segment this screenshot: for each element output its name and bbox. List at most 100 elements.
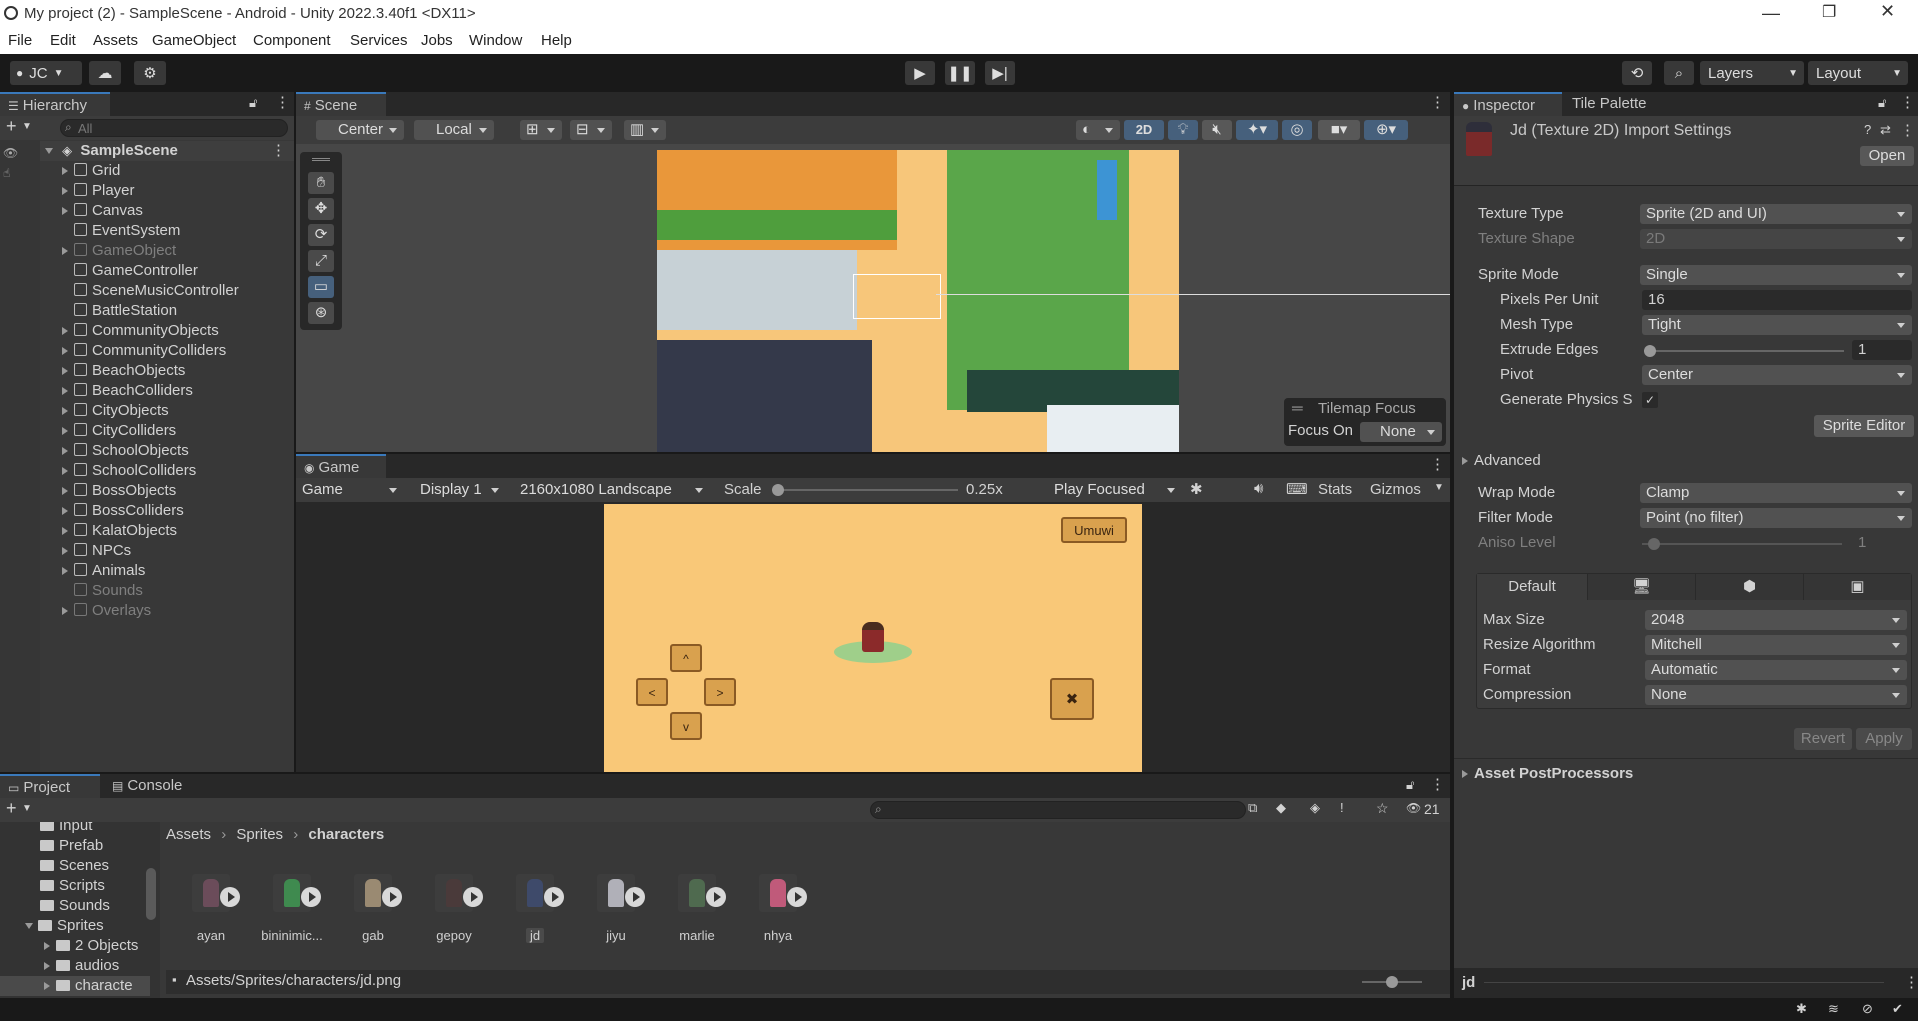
preview-menu-icon[interactable]: ⋮ xyxy=(1904,973,1918,991)
hierarchy-item[interactable]: NPCs xyxy=(62,541,131,561)
hierarchy-item[interactable]: Sounds xyxy=(62,581,143,601)
folder-tree-item[interactable]: Input xyxy=(40,822,92,836)
tab-console[interactable]: ▤ Console xyxy=(104,774,204,798)
folder-tree-scrollbar[interactable] xyxy=(146,868,156,920)
collab-button[interactable]: ⚙ xyxy=(134,61,166,85)
game-viewport[interactable]: Umuwi ^ < > v ✖ xyxy=(604,504,1142,772)
expand-arrow-icon[interactable] xyxy=(62,347,68,355)
folder-tree-item[interactable]: characte xyxy=(0,976,150,996)
expand-sprite-play-icon[interactable] xyxy=(544,887,564,907)
expand-sprite-play-icon[interactable] xyxy=(220,887,240,907)
add-icon[interactable]: + xyxy=(6,116,17,137)
preset-icon[interactable]: ⇄ xyxy=(1880,122,1891,138)
expand-arrow-icon[interactable] xyxy=(62,487,68,495)
hierarchy-search-input[interactable]: ⌕ All xyxy=(60,119,288,137)
resize-dropdown[interactable]: Mitchell xyxy=(1645,635,1907,655)
asset-item[interactable]: ayan xyxy=(176,874,246,943)
expand-arrow-icon[interactable] xyxy=(62,207,68,215)
sprite-editor-button[interactable]: Sprite Editor xyxy=(1814,415,1914,437)
menu-window[interactable]: Window xyxy=(469,32,522,49)
hierarchy-item[interactable]: SchoolColliders xyxy=(62,461,196,481)
expand-arrow-icon[interactable] xyxy=(62,167,68,175)
hierarchy-item[interactable]: CityColliders xyxy=(62,421,176,441)
hierarchy-item[interactable]: BossObjects xyxy=(62,481,176,501)
keyboard-icon[interactable]: ⌨︎ xyxy=(1286,480,1308,498)
debug-icon[interactable]: ✱ xyxy=(1796,1001,1807,1017)
scale-tool-button[interactable]: ⤢ xyxy=(308,250,334,272)
expand-sprite-play-icon[interactable] xyxy=(463,887,483,907)
filter-mode-dropdown[interactable]: Point (no filter) xyxy=(1640,508,1912,528)
audio-button[interactable]: 🔇︎ xyxy=(1202,120,1232,140)
rect-tool-button[interactable]: ▭ xyxy=(308,276,334,298)
draw-mode-dropdown[interactable]: ◐ xyxy=(1076,120,1120,140)
hand-tool-button[interactable]: ✋︎ xyxy=(308,172,334,194)
postprocessors-foldout[interactable]: Asset PostProcessors xyxy=(1462,765,1633,785)
dpad-right-button[interactable]: > xyxy=(704,678,736,706)
advanced-foldout[interactable]: Advanced xyxy=(1462,452,1541,472)
overlay-handle-icon[interactable]: ═ xyxy=(1292,400,1303,417)
hierarchy-item[interactable]: CommunityColliders xyxy=(62,341,226,361)
bug-icon[interactable]: ✱ xyxy=(1190,480,1203,498)
expand-arrow-icon[interactable] xyxy=(25,923,33,929)
tab-platform-android[interactable]: ⬢ xyxy=(1695,574,1803,600)
palette-handle[interactable] xyxy=(312,158,330,161)
audio-icon[interactable]: 🔊︎ xyxy=(1254,480,1263,497)
action-button[interactable]: ✖ xyxy=(1050,678,1094,720)
dpad-down-button[interactable]: v xyxy=(670,712,702,740)
hierarchy-item[interactable]: CityObjects xyxy=(62,401,169,421)
tab-hierarchy[interactable]: ☰ Hierarchy xyxy=(0,92,110,116)
menu-component[interactable]: Component xyxy=(253,32,331,49)
hierarchy-item[interactable]: BeachColliders xyxy=(62,381,193,401)
asset-item[interactable]: jd xyxy=(500,874,570,943)
context-menu-icon[interactable]: ⋮ xyxy=(1900,121,1915,139)
menu-edit[interactable]: Edit xyxy=(50,32,76,49)
folder-tree-item[interactable]: Sounds xyxy=(40,896,110,916)
compression-dropdown[interactable]: None xyxy=(1645,685,1907,705)
chevron-down-icon[interactable]: ▼ xyxy=(22,121,32,132)
favorite-star-icon[interactable]: ☆ xyxy=(1376,800,1389,817)
revert-button[interactable]: Revert xyxy=(1794,728,1852,750)
row-menu-icon[interactable]: ⋮ xyxy=(271,141,286,161)
expand-arrow-icon[interactable] xyxy=(62,367,68,375)
apply-button[interactable]: Apply xyxy=(1856,728,1912,750)
grid-visibility-dropdown[interactable]: ⊟ xyxy=(570,120,612,140)
expand-arrow-icon[interactable] xyxy=(62,447,68,455)
gen-physics-checkbox[interactable]: ✓ xyxy=(1642,392,1658,408)
scene-map[interactable] xyxy=(657,150,1179,452)
asset-item[interactable]: gepoy xyxy=(419,874,489,943)
cloud-button[interactable]: ☁ xyxy=(89,61,121,85)
hierarchy-item[interactable]: SceneMusicController xyxy=(62,281,239,301)
effects-button[interactable]: ✦▾ xyxy=(1236,120,1278,140)
lock-icon[interactable]: 🔓︎ xyxy=(1878,95,1886,111)
hierarchy-item[interactable]: CommunityObjects xyxy=(62,321,219,341)
menu-file[interactable]: File xyxy=(8,32,32,49)
hierarchy-item[interactable]: BossColliders xyxy=(62,501,184,521)
scene-root-row[interactable]: ◈ SampleScene ⋮ xyxy=(40,141,294,161)
visibility-icon[interactable]: 👁︎ xyxy=(3,146,18,160)
icon-size-slider[interactable] xyxy=(1362,976,1422,988)
expand-arrow-icon[interactable] xyxy=(62,527,68,535)
expand-arrow-icon[interactable] xyxy=(62,407,68,415)
transform-tool-button[interactable]: ⊛ xyxy=(308,302,334,324)
warning-icon[interactable]: ! xyxy=(1340,800,1344,815)
search-button[interactable]: ⌕ xyxy=(1664,61,1694,85)
breadcrumb-sprites[interactable]: Sprites xyxy=(236,826,283,843)
folder-tree-item[interactable]: Scripts xyxy=(40,876,105,896)
tab-tile-palette[interactable]: Tile Palette xyxy=(1564,92,1674,116)
rotate-tool-button[interactable]: ⟳ xyxy=(308,224,334,246)
close-button[interactable]: ✕ xyxy=(1880,1,1895,22)
expand-arrow-icon[interactable] xyxy=(62,247,68,255)
folder-tree-item[interactable]: 2 Objects xyxy=(44,936,138,956)
lock-icon[interactable]: 🔓︎ xyxy=(1406,777,1414,793)
scale-slider[interactable] xyxy=(772,484,958,496)
open-button[interactable]: Open xyxy=(1860,146,1914,166)
expand-arrow-icon[interactable] xyxy=(62,507,68,515)
tab-platform-default[interactable]: Default xyxy=(1477,574,1587,600)
expand-arrow-icon[interactable] xyxy=(62,607,68,615)
ppu-input[interactable]: 16 xyxy=(1642,290,1912,310)
hierarchy-item[interactable]: Animals xyxy=(62,561,145,581)
pickable-icon[interactable]: ☝︎ xyxy=(3,166,10,180)
format-dropdown[interactable]: Automatic xyxy=(1645,660,1907,680)
gizmos-scene-button[interactable]: ⊕▾ xyxy=(1364,120,1408,140)
filter-by-label-icon[interactable]: ◈ xyxy=(1310,800,1320,816)
